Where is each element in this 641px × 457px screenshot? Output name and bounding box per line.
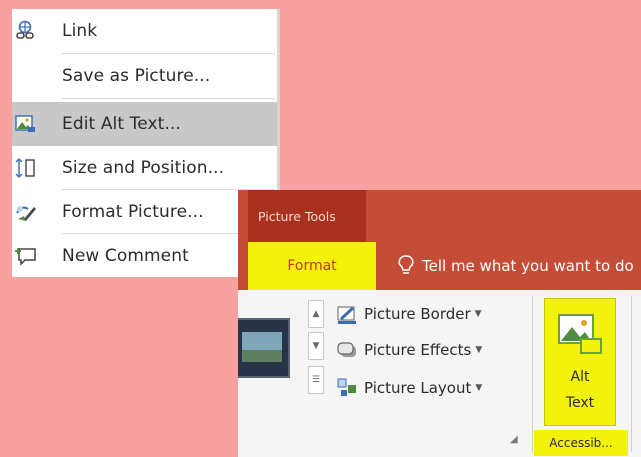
link-icon xyxy=(14,20,38,42)
tab-format[interactable]: Format xyxy=(248,242,376,290)
size-position-icon xyxy=(14,157,38,179)
dialog-launcher-icon[interactable]: ◢ xyxy=(510,434,518,445)
menu-item-label: Edit Alt Text... xyxy=(62,114,181,134)
comment-icon xyxy=(14,245,38,267)
accessibility-group-label: Accessib... xyxy=(534,430,628,456)
alt-text-button[interactable]: Alt Text xyxy=(544,298,616,426)
ribbon-panel: Picture Tools Format Tell me what you wa… xyxy=(238,190,641,457)
picture-effects-icon xyxy=(337,342,356,357)
picture-layout-button[interactable]: Picture Layout ▼ xyxy=(336,374,482,402)
picture-effects-button[interactable]: Picture Effects ▼ xyxy=(336,336,482,364)
picture-layout-label: Picture Layout xyxy=(364,379,472,397)
menu-item-size-and-position[interactable]: Size and Position... xyxy=(12,146,277,190)
picture-border-button[interactable]: Picture Border ▼ xyxy=(336,300,482,328)
ribbon-body: ▲ ▼ ☰ Picture Border ▼ Picture Effects ▼ xyxy=(238,290,641,457)
menu-item-label: Size and Position... xyxy=(62,158,225,178)
menu-item-label: New Comment xyxy=(62,246,189,266)
thumbnail-land xyxy=(242,350,282,362)
picture-effects-label: Picture Effects xyxy=(364,341,472,359)
menu-item-label: Link xyxy=(62,21,98,41)
menu-item-label: Format Picture... xyxy=(62,202,204,222)
menu-item-edit-alt-text[interactable]: Edit Alt Text... xyxy=(12,102,277,146)
menu-separator xyxy=(62,98,275,99)
chevron-down-icon: ▼ xyxy=(474,309,482,319)
group-divider xyxy=(631,296,632,452)
menu-item-label: Save as Picture... xyxy=(62,66,211,86)
picture-border-icon xyxy=(337,306,356,324)
tell-me-search[interactable]: Tell me what you want to do xyxy=(398,242,634,290)
menu-item-save-as-picture[interactable]: Save as Picture... xyxy=(12,54,277,98)
gallery-more-button[interactable]: ☰ xyxy=(308,366,324,394)
picture-border-label: Picture Border xyxy=(364,305,471,323)
alt-text-label-line1: Alt xyxy=(570,369,590,385)
lightbulb-icon xyxy=(398,255,414,274)
menu-item-link[interactable]: Link xyxy=(12,9,277,53)
picture-tools-label: Picture Tools xyxy=(248,190,366,242)
alt-text-icon xyxy=(558,314,602,354)
ribbon-tab-bar: Format Tell me what you want to do xyxy=(238,242,641,290)
ribbon-title-bar: Picture Tools xyxy=(238,190,641,242)
group-divider xyxy=(532,296,533,452)
picture-style-thumbnail[interactable] xyxy=(238,318,290,378)
tell-me-text: Tell me what you want to do xyxy=(422,257,634,275)
picture-layout-icon xyxy=(337,378,356,396)
gallery-scroll-up[interactable]: ▲ xyxy=(308,300,324,328)
chevron-down-icon: ▼ xyxy=(475,383,483,393)
chevron-down-icon: ▼ xyxy=(475,345,483,355)
gallery-scroll-down[interactable]: ▼ xyxy=(308,332,324,360)
alt-text-icon xyxy=(14,113,38,135)
alt-text-label-line2: Text xyxy=(565,395,595,411)
format-picture-icon xyxy=(14,201,38,223)
